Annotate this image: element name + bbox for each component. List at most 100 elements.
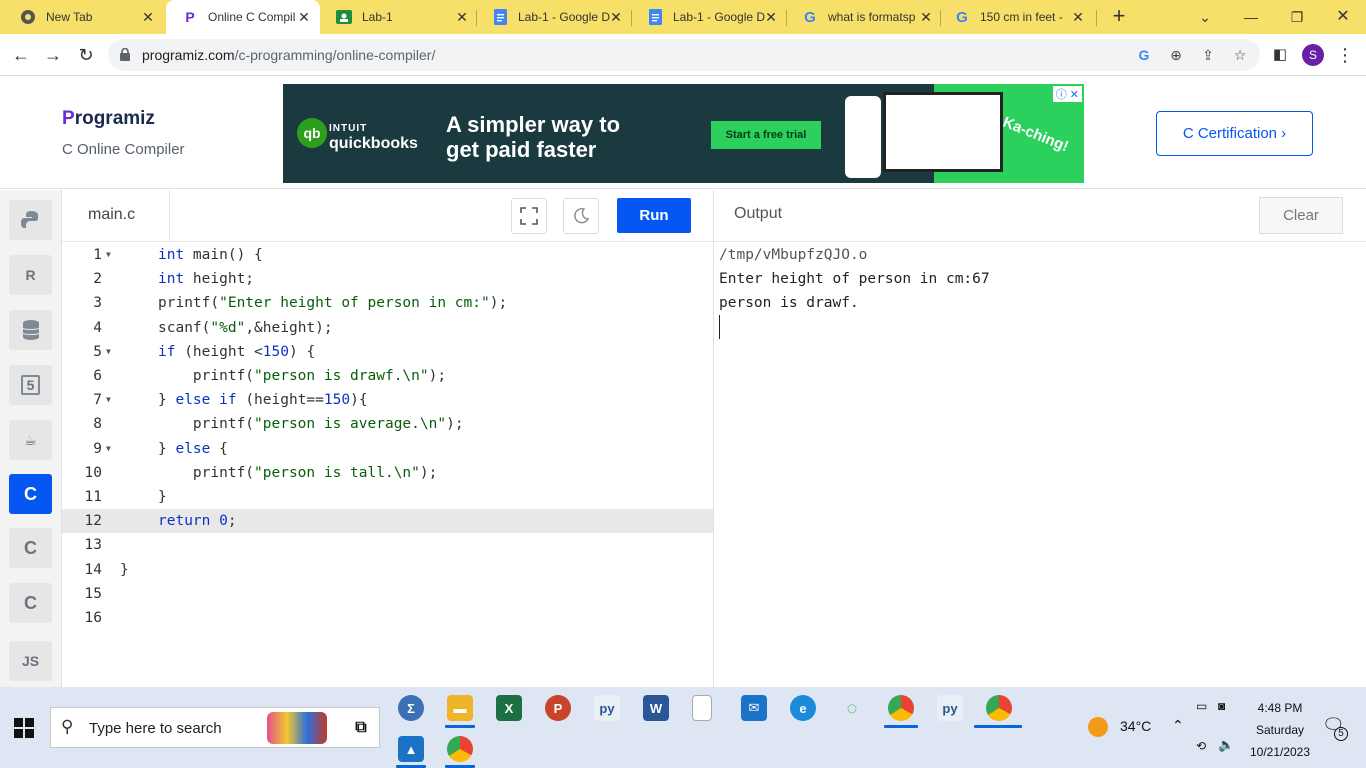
tab-lab-1-classroom[interactable]: Lab-1 ✕: [320, 0, 478, 34]
code-line[interactable]: 11}: [62, 485, 713, 509]
code-line[interactable]: 13: [62, 533, 713, 557]
tab-lab-1-google-docs[interactable]: Lab-1 - Google D ✕: [476, 0, 632, 34]
javascript-icon[interactable]: JS: [9, 641, 52, 681]
csharp-icon[interactable]: C: [9, 583, 52, 623]
quickbooks-ad-banner[interactable]: qb INTUIT quickbooks A simpler way to get …: [283, 84, 1084, 183]
restore-icon[interactable]: ❐: [1286, 6, 1308, 28]
refresh-app-icon[interactable]: ◌: [839, 695, 865, 721]
code-line[interactable]: 6 printf("person is drawf.\n");: [62, 364, 713, 388]
chrome-profile-icon[interactable]: [888, 695, 914, 721]
programiz-logo[interactable]: Programiz: [62, 108, 155, 130]
weather-temperature[interactable]: 34°C: [1090, 718, 1151, 734]
chrome-icon[interactable]: [447, 736, 473, 762]
code-line[interactable]: 14}: [62, 558, 713, 582]
meet-now-icon[interactable]: ◙: [1218, 699, 1225, 713]
ad-close-icon[interactable]: ⓘ ✕: [1052, 86, 1082, 102]
output-console[interactable]: /tmp/vMbupfzQJO.o Enter height of person…: [713, 242, 1366, 687]
close-icon[interactable]: ✕: [763, 9, 779, 25]
file-tab-main-c[interactable]: main.c: [62, 190, 170, 241]
tab-what-is-formatspecifier[interactable]: G what is formatsp ✕: [786, 0, 942, 34]
close-icon[interactable]: ✕: [454, 9, 470, 25]
taskbar-search-box[interactable]: ⚲ Type here to search: [50, 707, 380, 748]
code-editor[interactable]: 1 ▼ int main() {2 int height; 3 printf("Enter…: [62, 242, 713, 687]
taskbar-clock[interactable]: 4:48 PM Saturday 10/21/2023: [1240, 697, 1320, 763]
excel-icon[interactable]: X: [496, 695, 522, 721]
tab-search-chevron-icon[interactable]: ⌄: [1194, 6, 1216, 28]
c-certification-button[interactable]: C Certification ›: [1156, 111, 1313, 156]
code-line[interactable]: 3 printf("Enter height of person in cm:")…: [62, 291, 713, 315]
ad-cta-button[interactable]: Start a free trial: [711, 121, 821, 149]
chrome-icon: [20, 9, 36, 25]
sql-database-icon[interactable]: [9, 310, 52, 350]
new-tab-plus-icon[interactable]: +: [1108, 5, 1130, 28]
file-explorer-icon[interactable]: ▬: [447, 695, 473, 721]
fold-arrow-icon[interactable]: ▼: [106, 243, 111, 267]
network-icon[interactable]: ⟲: [1196, 739, 1206, 753]
python-file-icon[interactable]: py: [594, 695, 620, 721]
r-language-icon[interactable]: R: [9, 255, 52, 295]
close-icon[interactable]: ✕: [918, 9, 934, 25]
profile-avatar[interactable]: S: [1302, 44, 1324, 66]
code-line[interactable]: 8 printf("person is average.\n");: [62, 412, 713, 436]
code-line[interactable]: 4 scanf("%d",&height);: [62, 316, 713, 340]
code-line[interactable]: 5 ▼ if (height <150) {: [62, 340, 713, 364]
java-icon[interactable]: ☕: [9, 420, 52, 460]
mail-icon[interactable]: ✉: [741, 695, 767, 721]
close-icon[interactable]: ✕: [608, 9, 624, 25]
edge-icon[interactable]: e: [790, 695, 816, 721]
task-view-icon[interactable]: ⧉: [348, 715, 374, 741]
chrome-icon[interactable]: [986, 695, 1012, 721]
window-close-icon[interactable]: ✕: [1332, 6, 1354, 28]
code-line[interactable]: 2 int height;: [62, 267, 713, 291]
run-button[interactable]: Run: [617, 198, 691, 233]
logo-mark: P: [62, 108, 75, 129]
cpp-icon[interactable]: C: [9, 528, 52, 568]
tab-lab-1-google-docs-2[interactable]: Lab-1 - Google D ✕: [631, 0, 787, 34]
code-line[interactable]: 12 return 0;: [62, 509, 713, 534]
windows-start-icon[interactable]: [14, 718, 34, 738]
clear-button[interactable]: Clear: [1259, 197, 1343, 234]
powerpoint-icon[interactable]: P: [545, 695, 571, 721]
forward-arrow-icon[interactable]: →: [42, 44, 64, 66]
dark-mode-moon-icon[interactable]: [563, 198, 599, 234]
google-lens-icon[interactable]: G: [1134, 45, 1154, 65]
blank-document-icon[interactable]: [692, 695, 712, 721]
tab-150-cm-in-feet[interactable]: G 150 cm in feet - ✕: [938, 0, 1094, 34]
html5-icon[interactable]: 5: [9, 365, 52, 405]
close-icon[interactable]: ✕: [1070, 9, 1086, 25]
close-icon[interactable]: ✕: [296, 9, 312, 25]
code-line[interactable]: 15: [62, 582, 713, 606]
back-arrow-icon[interactable]: ←: [10, 44, 32, 66]
fullscreen-icon[interactable]: [511, 198, 547, 234]
code-line[interactable]: 7 ▼} else if (height==150){: [62, 388, 713, 412]
close-icon[interactable]: ✕: [140, 9, 156, 25]
code-text: }: [158, 489, 167, 505]
zoom-icon[interactable]: ⊕: [1166, 45, 1186, 65]
fold-arrow-icon[interactable]: ▼: [106, 388, 111, 412]
tab-new-tab[interactable]: New Tab ✕: [4, 0, 164, 34]
battery-icon[interactable]: ▭: [1196, 699, 1207, 713]
address-bar[interactable]: programiz.com/c-programming/online-compi…: [108, 39, 1260, 71]
fold-arrow-icon[interactable]: ▼: [106, 340, 111, 364]
volume-icon[interactable]: 🔈: [1218, 737, 1234, 753]
reload-icon[interactable]: ↻: [75, 44, 97, 66]
side-panel-icon[interactable]: ◧: [1269, 44, 1291, 66]
minimize-icon[interactable]: —: [1240, 6, 1262, 28]
code-line[interactable]: 10 printf("person is tall.\n");: [62, 461, 713, 485]
windows-taskbar: ⚲ Type here to search ⧉ Σ ▬ X P py W ✉ e…: [0, 687, 1366, 768]
code-line[interactable]: 16: [62, 606, 713, 630]
share-icon[interactable]: ⇪: [1198, 45, 1218, 65]
more-menu-icon[interactable]: ⋮: [1334, 44, 1356, 66]
fold-arrow-icon[interactable]: ▼: [106, 437, 111, 461]
tab-online-c-compiler[interactable]: P Online C Compil ✕: [166, 0, 320, 34]
python-icon[interactable]: [9, 200, 52, 240]
python-file-icon[interactable]: py: [937, 695, 963, 721]
word-icon[interactable]: W: [643, 695, 669, 721]
code-line[interactable]: 9 ▼} else {: [62, 437, 713, 461]
code-line[interactable]: 1 ▼ int main() {: [62, 243, 713, 267]
tray-chevron-up-icon[interactable]: ⌃: [1172, 717, 1184, 734]
calculator-app-icon[interactable]: Σ: [398, 695, 424, 721]
bookmark-star-icon[interactable]: ☆: [1230, 45, 1250, 65]
c-language-icon[interactable]: C: [9, 474, 52, 514]
photos-icon[interactable]: ▲: [398, 736, 424, 762]
